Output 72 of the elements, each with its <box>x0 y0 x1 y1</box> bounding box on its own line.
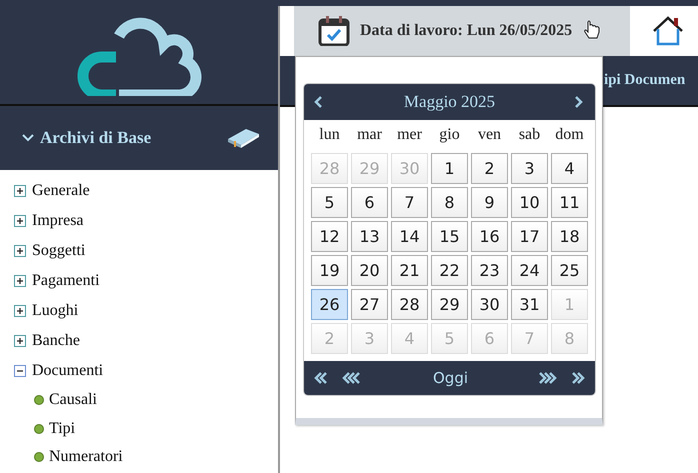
next-years-button[interactable] <box>538 371 559 385</box>
day-cell[interactable]: 23 <box>471 255 508 286</box>
day-cell[interactable]: 28 <box>391 289 428 320</box>
day-cell[interactable]: 30 <box>471 289 508 320</box>
weekday-label: ven <box>476 126 502 145</box>
day-cell[interactable]: 1 <box>431 153 468 184</box>
day-cell[interactable]: 24 <box>511 255 548 286</box>
day-cell[interactable]: 14 <box>391 221 428 252</box>
weekday-label: gio <box>438 126 461 145</box>
expand-icon[interactable] <box>14 245 26 257</box>
day-cell[interactable]: 16 <box>471 221 508 252</box>
work-date-button[interactable]: Data di lavoro: Lun 26/05/2025 <box>294 6 630 56</box>
day-cell[interactable]: 4 <box>551 153 588 184</box>
day-cell[interactable]: 3 <box>511 153 548 184</box>
day-cell[interactable]: 7 <box>391 187 428 218</box>
day-cell[interactable]: 17 <box>511 221 548 252</box>
previous-years-button[interactable] <box>342 371 363 385</box>
tree-item[interactable]: Numeratori <box>14 443 278 472</box>
day-cell[interactable]: 20 <box>351 255 388 286</box>
weekday-label: mer <box>396 126 423 145</box>
tree-item[interactable]: Banche <box>14 326 278 356</box>
day-cell[interactable]: 31 <box>511 289 548 320</box>
tree-item[interactable]: Generale <box>14 176 278 206</box>
section-header[interactable]: Archivi di Base <box>22 128 152 148</box>
book-icon <box>226 127 260 149</box>
day-cell[interactable]: 15 <box>431 221 468 252</box>
expand-icon[interactable] <box>14 305 26 317</box>
day-cell[interactable]: 25 <box>551 255 588 286</box>
chevron-icon <box>22 134 34 142</box>
tree-item[interactable]: Luoghi <box>14 296 278 326</box>
bullet-icon <box>34 424 44 434</box>
day-cell[interactable]: 5 <box>311 187 348 218</box>
calendar-icon <box>318 16 350 46</box>
bullet-icon <box>34 452 44 462</box>
day-cell[interactable]: 29 <box>431 289 468 320</box>
weekday-label: lun <box>318 126 341 145</box>
weekday-label: sab <box>518 126 542 145</box>
tree-item[interactable]: Impresa <box>14 206 278 236</box>
day-cell[interactable]: 21 <box>391 255 428 286</box>
previous-month-button[interactable] <box>314 95 325 109</box>
nav-tab[interactable]: ipi Documen <box>604 72 686 89</box>
day-cell[interactable]: 12 <box>311 221 348 252</box>
expand-icon[interactable] <box>14 185 26 197</box>
day-cell[interactable]: 2 <box>471 153 508 184</box>
expand-icon[interactable] <box>14 275 26 287</box>
weekday-label: dom <box>554 126 585 145</box>
tree-item[interactable]: Soggetti <box>14 236 278 266</box>
tree-item[interactable]: Tipi <box>14 414 278 443</box>
month-title: Maggio 2025 <box>404 92 496 112</box>
home-button[interactable] <box>652 16 684 46</box>
day-cell[interactable]: 11 <box>551 187 588 218</box>
next-month-button[interactable] <box>574 95 585 109</box>
day-cell[interactable]: 8 <box>431 187 468 218</box>
day-cell[interactable]: 9 <box>471 187 508 218</box>
weekday-label: mar <box>356 126 383 145</box>
day-cell[interactable]: 19 <box>311 255 348 286</box>
tree-item[interactable]: Causali <box>14 386 278 414</box>
day-cell[interactable]: 6 <box>351 187 388 218</box>
day-cell[interactable]: 27 <box>351 289 388 320</box>
next-year-button[interactable] <box>571 371 587 385</box>
expand-icon[interactable] <box>14 215 26 227</box>
bullet-icon <box>34 395 44 406</box>
day-cell[interactable]: 13 <box>351 221 388 252</box>
collapse-icon[interactable] <box>14 365 26 377</box>
tree-item[interactable]: Documenti <box>14 356 278 386</box>
previous-year-button[interactable] <box>314 371 330 385</box>
day-cell[interactable]: 10 <box>511 187 548 218</box>
tree-item[interactable]: Pagamenti <box>14 266 278 296</box>
day-cell[interactable]: 22 <box>431 255 468 286</box>
day-cell[interactable]: 18 <box>551 221 588 252</box>
expand-icon[interactable] <box>14 335 26 347</box>
day-cell[interactable]: 26 <box>311 289 348 320</box>
